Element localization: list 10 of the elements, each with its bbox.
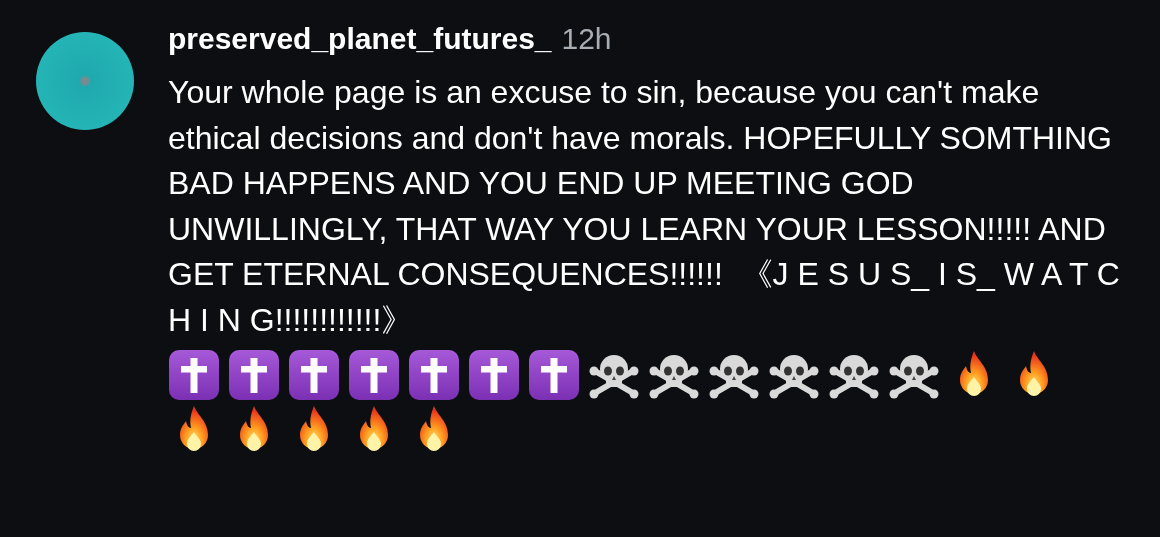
cross-icon — [168, 349, 220, 401]
timestamp: 12h — [561, 22, 612, 56]
cross-icon — [468, 349, 520, 401]
cross-icon — [288, 349, 340, 401]
cross-icon — [408, 349, 460, 401]
cross-icon — [528, 349, 580, 401]
cross-icon — [228, 349, 280, 401]
cross-icon — [348, 349, 400, 401]
username[interactable]: preserved_planet_futures_ — [168, 22, 552, 56]
comment-text: Your whole page is an excuse to sin, because you can't make ethical decisions and don't have morals. HOPEFULLY SOMTHING BAD HAPPENS AND YOU END UP MEETING GOD UNWILLINGLY, THAT WAY YOU LEARN YOUR LESSON!!!!! AND GET ETERNAL CONSEQUENCES!!!!!! 《J E S U S_ I S_ W A T C H I N G!!!!!!!!!!!!》 — [168, 73, 1121, 340]
